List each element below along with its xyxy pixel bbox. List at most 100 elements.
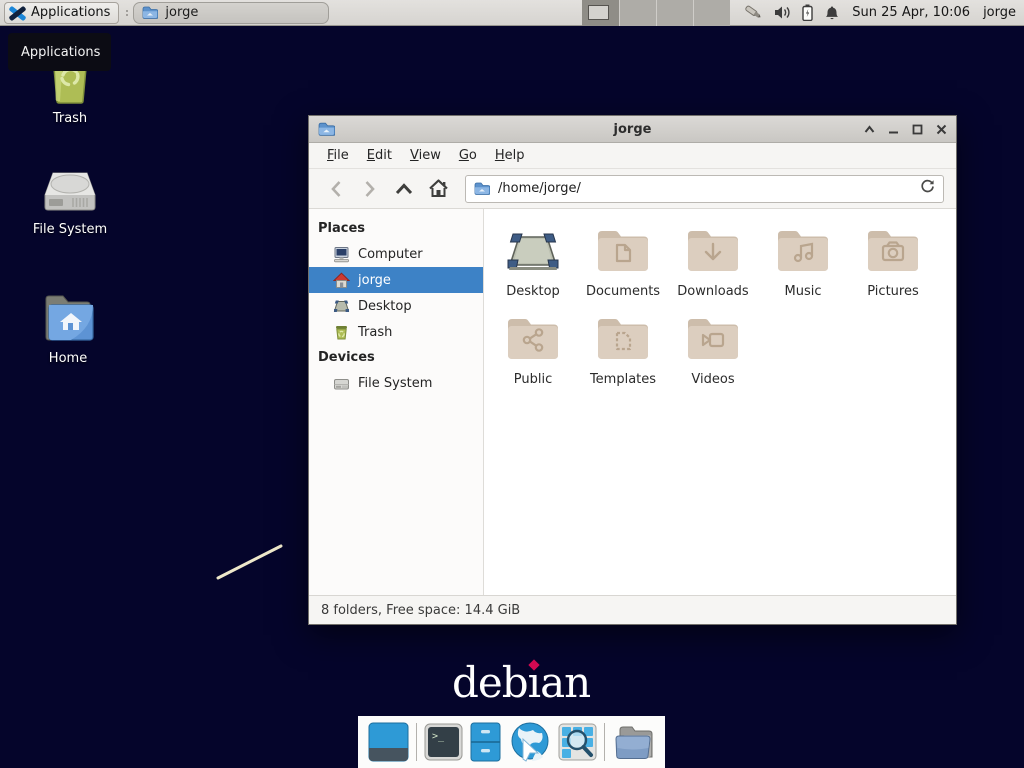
workspace-3[interactable] bbox=[657, 0, 694, 26]
desktop-folder-icon bbox=[504, 223, 562, 281]
sidebar-item-file-system[interactable]: File System bbox=[309, 370, 483, 396]
current-path[interactable]: /home/jorge/ bbox=[498, 181, 912, 196]
hard-drive-icon bbox=[333, 375, 350, 392]
bell-icon[interactable] bbox=[824, 5, 840, 21]
documents-folder-icon bbox=[594, 223, 652, 281]
sidebar-item-label: jorge bbox=[358, 273, 391, 288]
desktop-icon bbox=[333, 298, 350, 315]
window-title: jorge bbox=[309, 122, 956, 137]
templates-folder-icon bbox=[594, 311, 652, 369]
reload-button[interactable] bbox=[920, 179, 935, 198]
shade-button[interactable] bbox=[864, 125, 875, 134]
stray-line-artifact bbox=[212, 540, 288, 584]
directory-folder-icon bbox=[612, 723, 655, 761]
menu-edit[interactable]: Edit bbox=[359, 145, 400, 166]
up-button[interactable] bbox=[389, 175, 419, 203]
music-folder-icon bbox=[774, 223, 832, 281]
workspace-2[interactable] bbox=[620, 0, 657, 26]
status-bar: 8 folders, Free space: 14.4 GiB bbox=[309, 595, 956, 624]
maximize-button[interactable] bbox=[912, 124, 923, 135]
hard-drive-icon bbox=[43, 165, 97, 215]
folder-icon bbox=[142, 6, 158, 19]
menu-view[interactable]: View bbox=[402, 145, 449, 166]
stylus-icon[interactable] bbox=[744, 4, 763, 21]
web-browser-launcher[interactable] bbox=[509, 721, 551, 763]
show-desktop-icon bbox=[368, 722, 409, 762]
dock-separator bbox=[604, 723, 605, 761]
xfce-logo-icon bbox=[9, 4, 26, 21]
desktop-icon-label: Trash bbox=[53, 111, 87, 126]
folder-item-music[interactable]: Music bbox=[758, 217, 848, 305]
workspace-1[interactable] bbox=[582, 0, 619, 26]
desktop-icon-home[interactable]: Home bbox=[13, 291, 123, 366]
pictures-folder-icon bbox=[864, 223, 922, 281]
file-manager-launcher[interactable] bbox=[470, 722, 501, 762]
folder-view[interactable]: Desktop Documents bbox=[484, 209, 956, 595]
back-button[interactable] bbox=[321, 175, 351, 203]
downloads-folder-icon bbox=[684, 223, 742, 281]
application-finder-launcher[interactable] bbox=[558, 723, 597, 761]
top-panel: Applications jorge bbox=[0, 0, 1024, 26]
workspace-window-preview bbox=[588, 5, 609, 20]
folder-item-public[interactable]: Public bbox=[488, 305, 578, 393]
file-manager-window: jorge File Edit View Go Help bbox=[308, 115, 957, 625]
panel-username: jorge bbox=[983, 5, 1016, 20]
panel-separator-handle bbox=[122, 3, 131, 23]
battery-icon[interactable] bbox=[802, 4, 813, 21]
home-button[interactable] bbox=[423, 175, 453, 203]
workspace-switcher bbox=[582, 0, 730, 26]
debian-wordmark: debıan bbox=[452, 658, 590, 707]
menu-bar: File Edit View Go Help bbox=[309, 143, 956, 169]
terminal-launcher[interactable]: >_ bbox=[424, 723, 463, 761]
forward-button[interactable] bbox=[355, 175, 385, 203]
folder-item-downloads[interactable]: Downloads bbox=[668, 217, 758, 305]
sidebar-item-label: Computer bbox=[358, 247, 423, 262]
folder-item-documents[interactable]: Documents bbox=[578, 217, 668, 305]
sidebar-item-label: Desktop bbox=[358, 299, 412, 314]
menu-go[interactable]: Go bbox=[451, 145, 485, 166]
taskbar-window-button[interactable]: jorge bbox=[133, 2, 329, 24]
folder-item-pictures[interactable]: Pictures bbox=[848, 217, 938, 305]
applications-tooltip: Applications bbox=[8, 33, 111, 71]
toolbar: /home/jorge/ bbox=[309, 169, 956, 209]
sidebar-item-trash[interactable]: Trash bbox=[309, 319, 483, 345]
sidebar-header-places: Places bbox=[309, 216, 483, 241]
sidebar-item-jorge[interactable]: jorge bbox=[309, 267, 483, 293]
web-browser-globe-icon bbox=[509, 721, 551, 763]
dock-separator bbox=[416, 723, 417, 761]
sidebar-item-computer[interactable]: Computer bbox=[309, 241, 483, 267]
menu-file[interactable]: File bbox=[319, 145, 357, 166]
applications-tooltip-text: Applications bbox=[21, 45, 100, 60]
folder-item-videos[interactable]: Videos bbox=[668, 305, 758, 393]
desktop-icon-file-system[interactable]: File System bbox=[15, 165, 125, 237]
status-text: 8 folders, Free space: 14.4 GiB bbox=[321, 603, 520, 618]
directory-menu-launcher[interactable] bbox=[612, 723, 655, 761]
menu-help[interactable]: Help bbox=[487, 145, 533, 166]
show-desktop-button[interactable] bbox=[368, 722, 409, 762]
computer-icon bbox=[333, 246, 350, 263]
volume-icon[interactable] bbox=[774, 5, 791, 20]
location-bar[interactable]: /home/jorge/ bbox=[465, 175, 944, 203]
taskbar-window-label: jorge bbox=[165, 5, 198, 20]
sidebar-header-devices: Devices bbox=[309, 345, 483, 370]
path-folder-icon bbox=[474, 182, 490, 195]
desktop-icon-label: Home bbox=[49, 351, 87, 366]
workspace-4[interactable] bbox=[694, 0, 730, 26]
folder-item-templates[interactable]: Templates bbox=[578, 305, 668, 393]
panel-clock[interactable]: Sun 25 Apr, 10:06 bbox=[852, 5, 970, 20]
sidebar-item-label: File System bbox=[358, 376, 432, 391]
system-tray bbox=[744, 4, 840, 21]
home-icon bbox=[333, 272, 350, 289]
applications-menu-label: Applications bbox=[31, 5, 110, 20]
file-cabinet-icon bbox=[470, 722, 501, 762]
window-titlebar[interactable]: jorge bbox=[309, 116, 956, 143]
desktop-icon-label: File System bbox=[33, 222, 107, 237]
folder-item-desktop[interactable]: Desktop bbox=[488, 217, 578, 305]
close-button[interactable] bbox=[936, 124, 947, 135]
minimize-button[interactable] bbox=[888, 125, 899, 134]
home-folder-icon bbox=[40, 291, 96, 344]
sidebar-item-desktop[interactable]: Desktop bbox=[309, 293, 483, 319]
app-finder-icon bbox=[558, 723, 597, 761]
applications-menu-button[interactable]: Applications bbox=[4, 2, 119, 24]
svg-text:>_: >_ bbox=[432, 731, 445, 742]
